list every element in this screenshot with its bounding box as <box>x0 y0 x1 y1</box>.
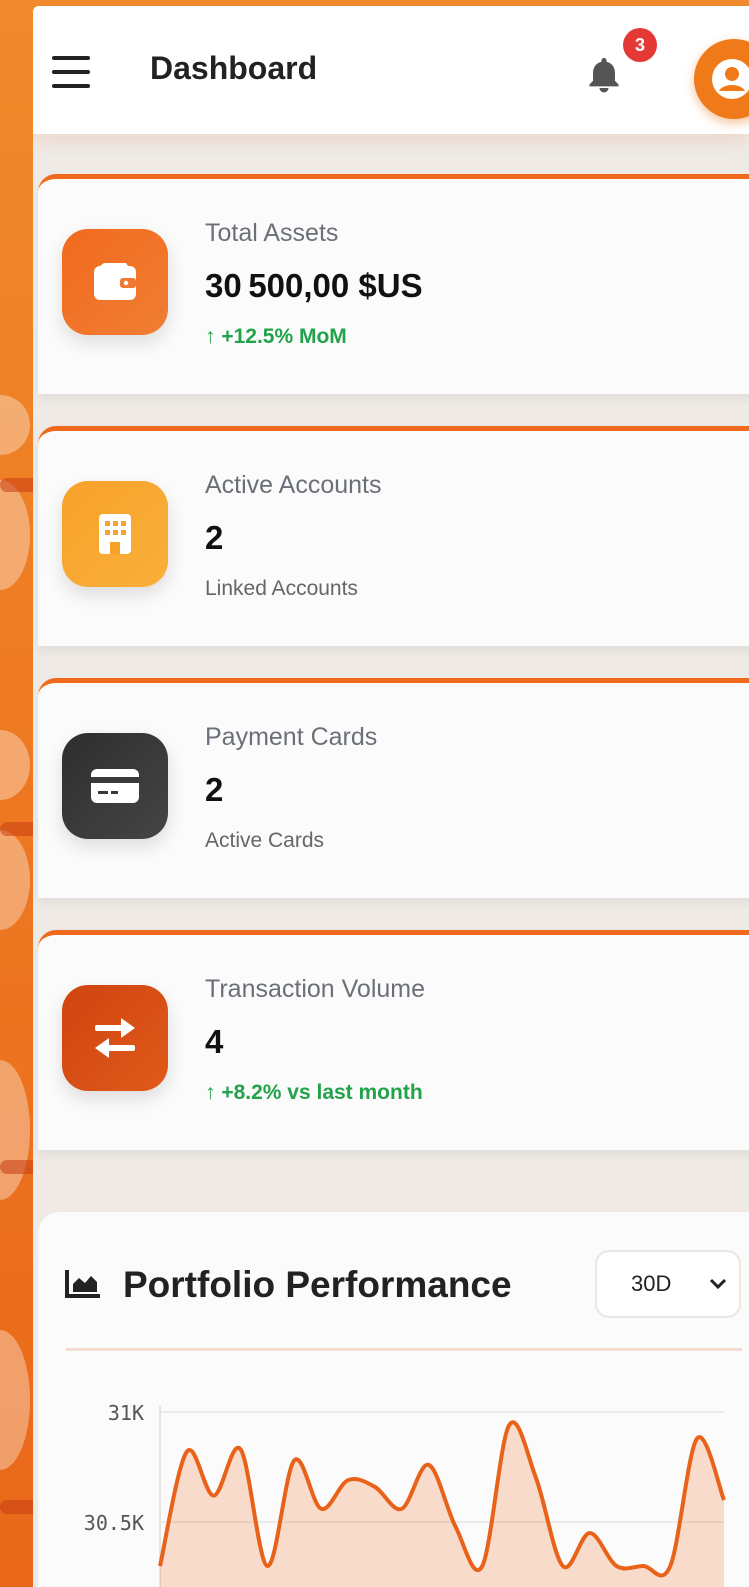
background-blob <box>0 395 30 455</box>
notifications-button[interactable] <box>581 52 627 98</box>
stat-label: Transaction Volume <box>205 975 426 1003</box>
swap-arrows-icon <box>95 1018 135 1058</box>
stat-caption: Linked Accounts <box>205 577 358 600</box>
y-tick-label: 30.5K <box>84 1511 144 1535</box>
user-avatar-icon <box>712 59 749 99</box>
bell-icon <box>589 58 619 93</box>
stat-value: 4 <box>205 1023 224 1060</box>
stat-card-total-assets[interactable]: Total Assets 30 500,00 $US ↑ +12.5% MoM <box>38 174 749 394</box>
area-chart-icon <box>65 1270 100 1298</box>
page-title: Dashboard <box>150 50 318 86</box>
background-blob <box>0 730 30 800</box>
stat-label: Active Accounts <box>205 471 382 499</box>
stat-card-payment-cards[interactable]: Payment Cards 2 Active Cards <box>38 678 749 898</box>
background-blob <box>0 830 30 930</box>
top-bar: Dashboard 3 <box>33 6 749 134</box>
stat-card-transaction-volume[interactable]: Transaction Volume 4 ↑ +8.2% vs last mon… <box>38 930 749 1150</box>
time-range-select[interactable]: 30D <box>595 1250 741 1318</box>
background-blob <box>0 1060 30 1200</box>
stat-value: 30 500,00 $US <box>205 267 423 304</box>
stat-label: Payment Cards <box>205 723 378 751</box>
hamburger-icon-line <box>52 84 90 88</box>
stat-label: Total Assets <box>205 219 339 247</box>
stat-value: 2 <box>205 771 224 808</box>
stat-trend: ↑ +12.5% MoM <box>205 325 347 348</box>
section-divider <box>66 1348 742 1351</box>
section-title: Portfolio Performance <box>123 1264 512 1305</box>
building-icon <box>99 514 131 554</box>
hamburger-icon <box>52 56 90 60</box>
series-area <box>160 1422 724 1587</box>
hamburger-icon-line <box>52 70 90 74</box>
y-tick-label: 31K <box>108 1401 144 1425</box>
dashboard-app: Dashboard 3 Total Assets 30 500,00 $US ↑… <box>33 6 749 1587</box>
stat-caption: Active Cards <box>205 829 325 852</box>
icon-tile <box>62 985 168 1091</box>
portfolio-chart: 31K 30.5K <box>84 1401 726 1587</box>
background-blob <box>0 1330 30 1470</box>
credit-card-icon <box>91 769 139 803</box>
chevron-down-icon <box>709 1278 727 1290</box>
background-blob <box>0 480 30 590</box>
portfolio-performance-panel: Portfolio Performance 30D 31K 30.5K <box>38 1212 749 1587</box>
icon-tile <box>62 481 168 587</box>
time-range-value: 30D <box>631 1271 672 1296</box>
stat-value: 2 <box>205 519 224 556</box>
notification-count-badge: 3 <box>623 28 657 62</box>
menu-button[interactable] <box>52 54 92 90</box>
icon-tile <box>62 733 168 839</box>
user-avatar-button[interactable] <box>694 39 749 119</box>
stat-trend: ↑ +8.2% vs last month <box>205 1081 423 1104</box>
icon-tile <box>62 229 168 335</box>
wallet-icon <box>94 263 136 300</box>
stat-card-active-accounts[interactable]: Active Accounts 2 Linked Accounts <box>38 426 749 646</box>
